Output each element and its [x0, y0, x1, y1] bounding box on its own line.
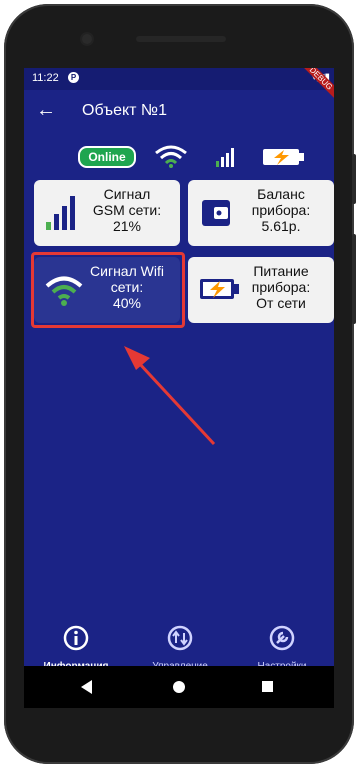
info-icon: [63, 625, 89, 651]
balance-value: 5.61р.: [261, 218, 301, 234]
online-badge: Online: [78, 146, 136, 168]
pointer-arrow-icon: [124, 346, 216, 446]
system-navigation-bar: [24, 666, 334, 708]
balance-label-line1: Баланс: [257, 186, 305, 202]
nav-item-control[interactable]: Управление: [130, 624, 230, 672]
wallet-icon: [202, 200, 230, 226]
power-label-line1: Питание: [253, 263, 309, 279]
page-title: Объект №1: [82, 102, 167, 119]
power-card[interactable]: Питание прибора: От сети: [188, 257, 334, 323]
power-label-line2: прибора:: [251, 279, 311, 295]
notification-icon: P: [68, 72, 79, 83]
nav-item-settings[interactable]: Настройки: [232, 624, 332, 672]
nav-item-info[interactable]: Информация: [26, 624, 126, 672]
gsm-signal-icon: [46, 196, 75, 230]
system-recents-icon[interactable]: [262, 681, 273, 692]
gsm-value: 21%: [112, 218, 142, 234]
system-home-icon[interactable]: [173, 681, 185, 693]
gsm-label-line2: GSM сети:: [92, 202, 162, 218]
balance-card[interactable]: Баланс прибора: 5.61р.: [188, 180, 334, 246]
status-bar: 11:22 P ▾◢▮ DEBUG: [24, 68, 334, 107]
power-button: [352, 234, 356, 324]
back-arrow-icon[interactable]: ←: [36, 99, 56, 122]
earpiece-speaker: [136, 36, 226, 42]
device-status-row: Online: [24, 144, 334, 172]
volume-button: [352, 154, 356, 204]
front-camera: [82, 34, 92, 44]
wrench-icon: [269, 625, 295, 651]
gsm-signal-card[interactable]: Сигнал GSM сети: 21%: [34, 180, 180, 246]
gsm-signal-icon: [216, 148, 234, 167]
balance-label-line2: прибора:: [251, 202, 311, 218]
app-screen: 11:22 P ▾◢▮ DEBUG ← Объект №1 Online: [24, 68, 334, 708]
gsm-label-line1: Сигнал: [103, 186, 151, 202]
app-bar: ← Объект №1: [24, 90, 334, 134]
system-back-icon[interactable]: [81, 680, 92, 694]
status-time: 11:22: [32, 72, 59, 84]
battery-charging-icon: [263, 149, 304, 165]
wifi-icon: [155, 145, 187, 168]
swap-icon: [167, 625, 193, 651]
power-value: От сети: [256, 295, 306, 311]
highlight-box: [31, 252, 185, 328]
